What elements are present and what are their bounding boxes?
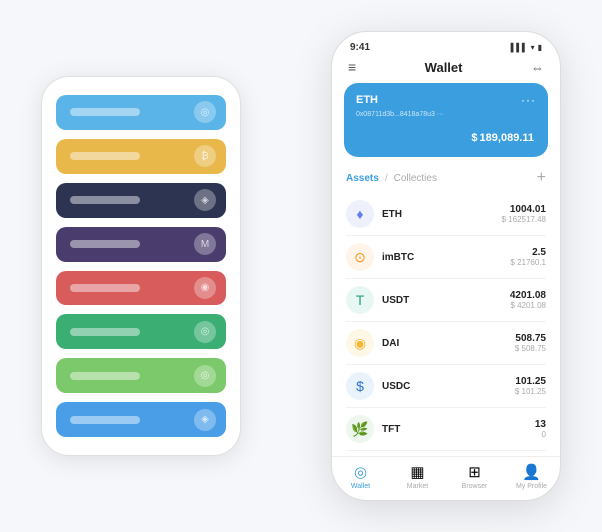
asset-amounts-eth: 1004.01$ 162517.48 [502, 204, 547, 224]
asset-item-tft[interactable]: 🌿TFT130 [346, 408, 546, 451]
wallet-card-2[interactable]: ◈ [56, 183, 226, 218]
nav-item-my-profile[interactable]: 👤 My Profile [503, 463, 560, 490]
asset-name-usdc: USDC [382, 381, 515, 392]
eth-card-balance: $189,089.11 [356, 124, 536, 147]
add-asset-button[interactable]: + [537, 169, 546, 187]
asset-list: ♦ETH1004.01$ 162517.48⊙imBTC2.5$ 21760.1… [332, 193, 560, 456]
nav-label-browser: Browser [462, 483, 488, 490]
tab-separator: / [385, 173, 388, 184]
nav-item-browser[interactable]: ⊞ Browser [446, 463, 503, 490]
currency-symbol: $ [471, 132, 477, 144]
wallet-card-1[interactable]: ₿ [56, 139, 226, 174]
front-phone: 9:41 ▌▌▌ ▾ ▮ ≡ Wallet ⇔ ETH ··· 0x08711d… [331, 31, 561, 501]
tab-collecties[interactable]: Collecties [394, 173, 437, 184]
phone-header: ≡ Wallet ⇔ [332, 57, 560, 83]
status-time: 9:41 [350, 42, 370, 53]
asset-name-usdt: USDT [382, 295, 510, 306]
scene: ◎ ₿ ◈ M ◉ ◎ ◎ ◈ 9:41 ▌▌▌ ▾ ▮ ≡ Wallet ⇔ ETH ···… [21, 21, 581, 511]
back-phone: ◎ ₿ ◈ M ◉ ◎ ◎ ◈ [41, 76, 241, 456]
nav-label-market: Market [407, 483, 428, 490]
nav-icon-browser: ⊞ [468, 463, 481, 481]
bottom-nav: ◎ Wallet ▦ Market ⊞ Browser 👤 My Profile [332, 456, 560, 500]
assets-tabs: Assets / Collecties [346, 173, 437, 184]
eth-card-name: ETH [356, 94, 378, 106]
wifi-icon: ▾ [531, 43, 535, 52]
asset-item-imbtc[interactable]: ⊙imBTC2.5$ 21760.1 [346, 236, 546, 279]
asset-amounts-imbtc: 2.5$ 21760.1 [510, 247, 546, 267]
wallet-card-4[interactable]: ◉ [56, 271, 226, 306]
wallet-card-3[interactable]: M [56, 227, 226, 262]
signal-icon: ▌▌▌ [511, 43, 528, 52]
asset-item-eth[interactable]: ♦ETH1004.01$ 162517.48 [346, 193, 546, 236]
asset-item-dai[interactable]: ◉DAI508.75$ 508.75 [346, 322, 546, 365]
wallet-card-0[interactable]: ◎ [56, 95, 226, 130]
nav-item-wallet[interactable]: ◎ Wallet [332, 463, 389, 490]
nav-item-market[interactable]: ▦ Market [389, 463, 446, 490]
status-icons: ▌▌▌ ▾ ▮ [511, 43, 542, 52]
asset-name-eth: ETH [382, 209, 502, 220]
scan-icon[interactable]: ⇔ [531, 60, 544, 75]
tab-assets[interactable]: Assets [346, 173, 379, 184]
nav-icon-wallet: ◎ [354, 463, 367, 481]
eth-card[interactable]: ETH ··· 0x08711d3b...8418a78u3 ··· $189,… [344, 83, 548, 157]
eth-card-address: 0x08711d3b...8418a78u3 ··· [356, 111, 536, 118]
asset-amounts-dai: 508.75$ 508.75 [515, 333, 546, 353]
asset-name-imbtc: imBTC [382, 252, 510, 263]
asset-item-usdc[interactable]: $USDC101.25$ 101.25 [346, 365, 546, 408]
wallet-card-7[interactable]: ◈ [56, 402, 226, 437]
page-title: Wallet [425, 60, 463, 75]
status-bar: 9:41 ▌▌▌ ▾ ▮ [332, 32, 560, 57]
assets-header: Assets / Collecties + [332, 165, 560, 193]
nav-icon-my-profile: 👤 [522, 463, 541, 481]
battery-icon: ▮ [538, 43, 542, 52]
asset-amounts-tft: 130 [535, 419, 546, 439]
asset-name-tft: TFT [382, 424, 535, 435]
nav-label-my-profile: My Profile [516, 483, 547, 490]
menu-icon[interactable]: ≡ [348, 59, 356, 75]
asset-amounts-usdc: 101.25$ 101.25 [515, 376, 546, 396]
nav-label-wallet: Wallet [351, 483, 370, 490]
asset-amounts-usdt: 4201.08$ 4201.08 [510, 290, 546, 310]
asset-name-dai: DAI [382, 338, 515, 349]
eth-card-menu[interactable]: ··· [521, 93, 536, 107]
nav-icon-market: ▦ [410, 463, 424, 481]
wallet-card-5[interactable]: ◎ [56, 314, 226, 349]
wallet-card-6[interactable]: ◎ [56, 358, 226, 393]
asset-item-usdt[interactable]: TUSDT4201.08$ 4201.08 [346, 279, 546, 322]
